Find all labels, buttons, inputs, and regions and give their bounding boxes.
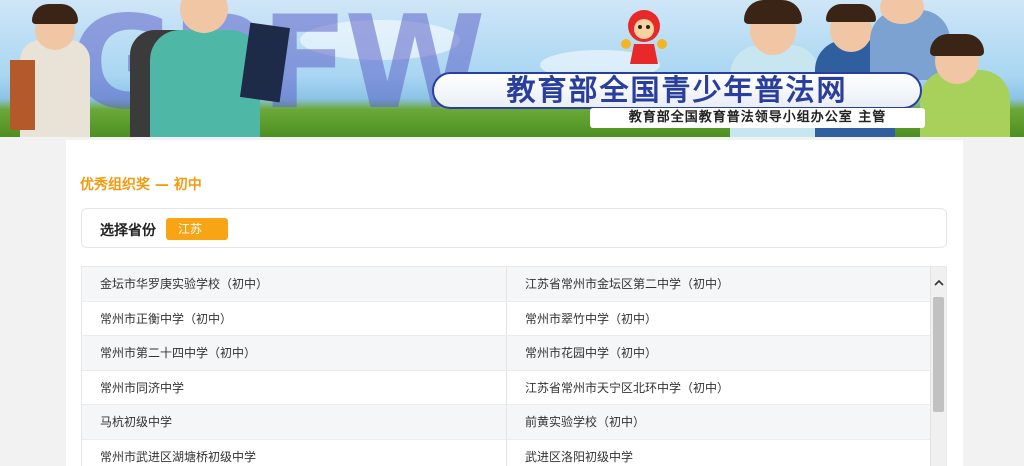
school-item: 金坛市华罗庚实验学校（初中） <box>82 267 507 301</box>
school-item: 江苏省常州市金坛区第二中学（初中） <box>525 277 730 291</box>
list-row: 常州市同济中学 江苏省常州市天宁区北环中学（初中） <box>82 370 946 405</box>
school-item: 常州市武进区湖塘桥初级中学 <box>82 439 507 466</box>
school-item: 常州市同济中学 <box>82 370 507 404</box>
school-item: 常州市第二十四中学（初中） <box>82 336 507 370</box>
site-title: 教育部全国青少年普法网 <box>432 72 922 109</box>
school-item: 马杭初级中学 <box>82 405 507 439</box>
student-figure <box>120 0 291 137</box>
list-row: 常州市武进区湖塘桥初级中学 武进区洛阳初级中学 <box>82 439 946 466</box>
province-button-selected[interactable]: 江苏 <box>166 218 228 240</box>
section-title: 优秀组织奖 — 初中 <box>80 177 202 193</box>
school-item: 常州市正衡中学（初中） <box>82 301 507 335</box>
chevron-up-icon[interactable] <box>931 275 946 291</box>
list-scrollbar[interactable] <box>930 267 946 466</box>
province-selector: 选择省份 江苏 <box>81 208 947 248</box>
province-label: 选择省份 <box>100 223 156 239</box>
school-item: 前黄实验学校（初中） <box>525 415 646 429</box>
list-row: 常州市第二十四中学（初中） 常州市花园中学（初中） <box>82 336 946 371</box>
site-banner: GPFW 教育部全国青少年普法网 教育部全国教育普法领导小 <box>0 0 1024 137</box>
site-host: 教育部全国教育普法领导小组办公室 主管 <box>590 108 925 128</box>
student-figure <box>10 4 100 137</box>
school-item: 武进区洛阳初级中学 <box>525 449 634 464</box>
mascot-logo <box>621 10 667 64</box>
school-item: 江苏省常州市天宁区北环中学（初中） <box>525 380 730 395</box>
list-row: 金坛市华罗庚实验学校（初中） 江苏省常州市金坛区第二中学（初中） <box>82 267 946 302</box>
scrollbar-thumb[interactable] <box>933 297 944 412</box>
school-list: 金坛市华罗庚实验学校（初中） 江苏省常州市金坛区第二中学（初中） 常州市正衡中学… <box>81 266 947 466</box>
content-card: 优秀组织奖 — 初中 选择省份 江苏 金坛市华罗庚实验学校（初中） 江苏省常州市… <box>66 140 963 466</box>
school-item: 常州市翠竹中学（初中） <box>525 311 658 326</box>
list-row: 常州市正衡中学（初中） 常州市翠竹中学（初中） <box>82 301 946 336</box>
school-item: 常州市花园中学（初中） <box>525 346 658 360</box>
list-row: 马杭初级中学 前黄实验学校（初中） <box>82 405 946 440</box>
